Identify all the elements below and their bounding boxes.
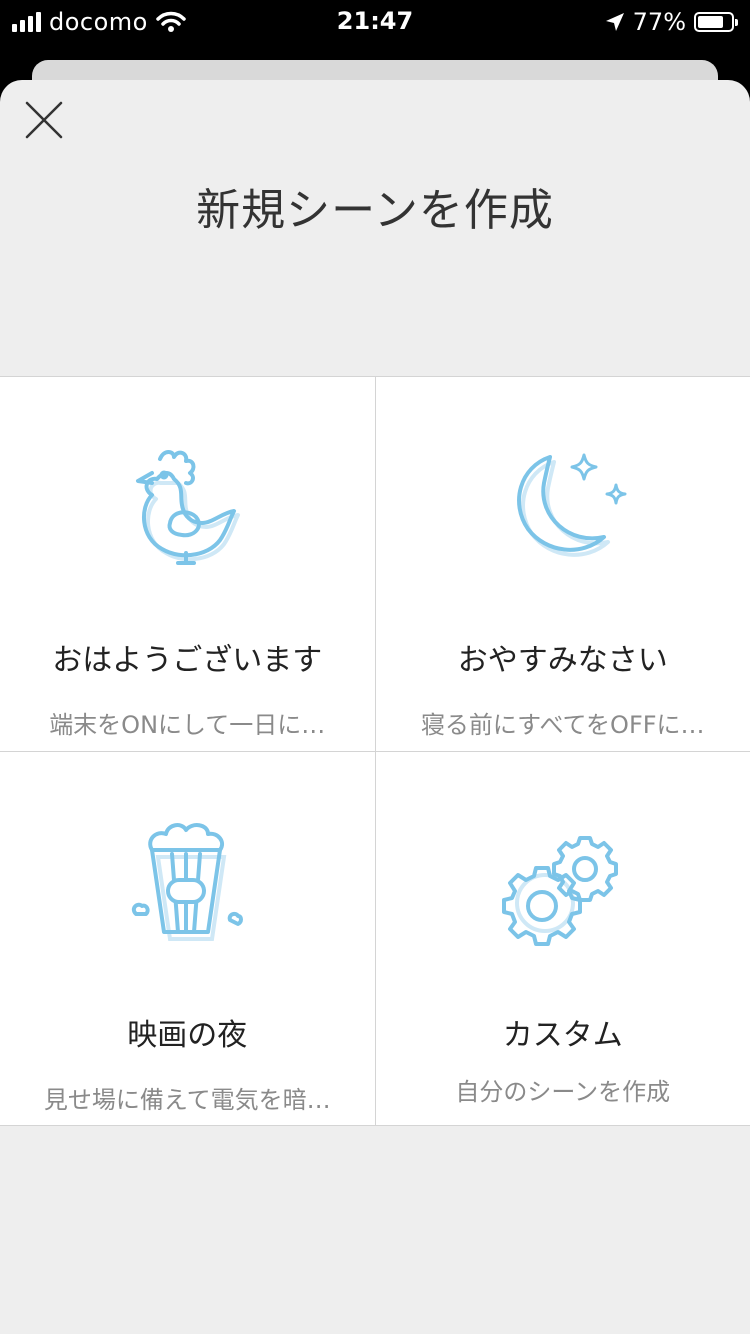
scene-name: おはようございます [52,643,323,678]
scene-tile-good-night[interactable]: おやすみなさい 寝る前にすべてをOFFに… [375,377,750,751]
scene-name: 映画の夜 [127,1017,248,1053]
battery-percent: 77% [632,8,686,36]
scene-tile-movie-night[interactable]: 映画の夜 見せ場に備えて電気を暗… [0,751,375,1125]
scene-name: おやすみなさい [457,643,668,678]
scene-tile-custom[interactable]: カスタム 自分のシーンを作成 [375,751,750,1125]
scene-name: カスタム [502,1017,623,1053]
battery-icon [694,12,738,32]
scene-description: 自分のシーンを作成 [455,1077,671,1106]
scene-description: 見せ場に備えて電気を暗… [43,1085,331,1114]
status-right: 77% [605,8,738,36]
scene-grid: おはようございます 端末をONにして一日に… おやすみなさい 寝る前にすべてをO… [0,376,750,1126]
popcorn-icon [132,822,244,941]
battery-fill [698,16,723,28]
close-icon[interactable] [24,100,64,140]
rooster-icon [136,450,241,565]
page-title: 新規シーンを作成 [196,185,554,236]
scene-description: 端末をONにして一日に… [49,711,326,739]
moon-stars-icon [516,453,627,557]
location-arrow-icon [605,13,624,31]
status-bar: docomo 21:47 77% [0,0,750,44]
gears-icon [501,835,618,946]
scene-description: 寝る前にすべてをOFFに… [420,711,705,739]
scene-tile-good-morning[interactable]: おはようございます 端末をONにして一日に… [0,377,375,751]
